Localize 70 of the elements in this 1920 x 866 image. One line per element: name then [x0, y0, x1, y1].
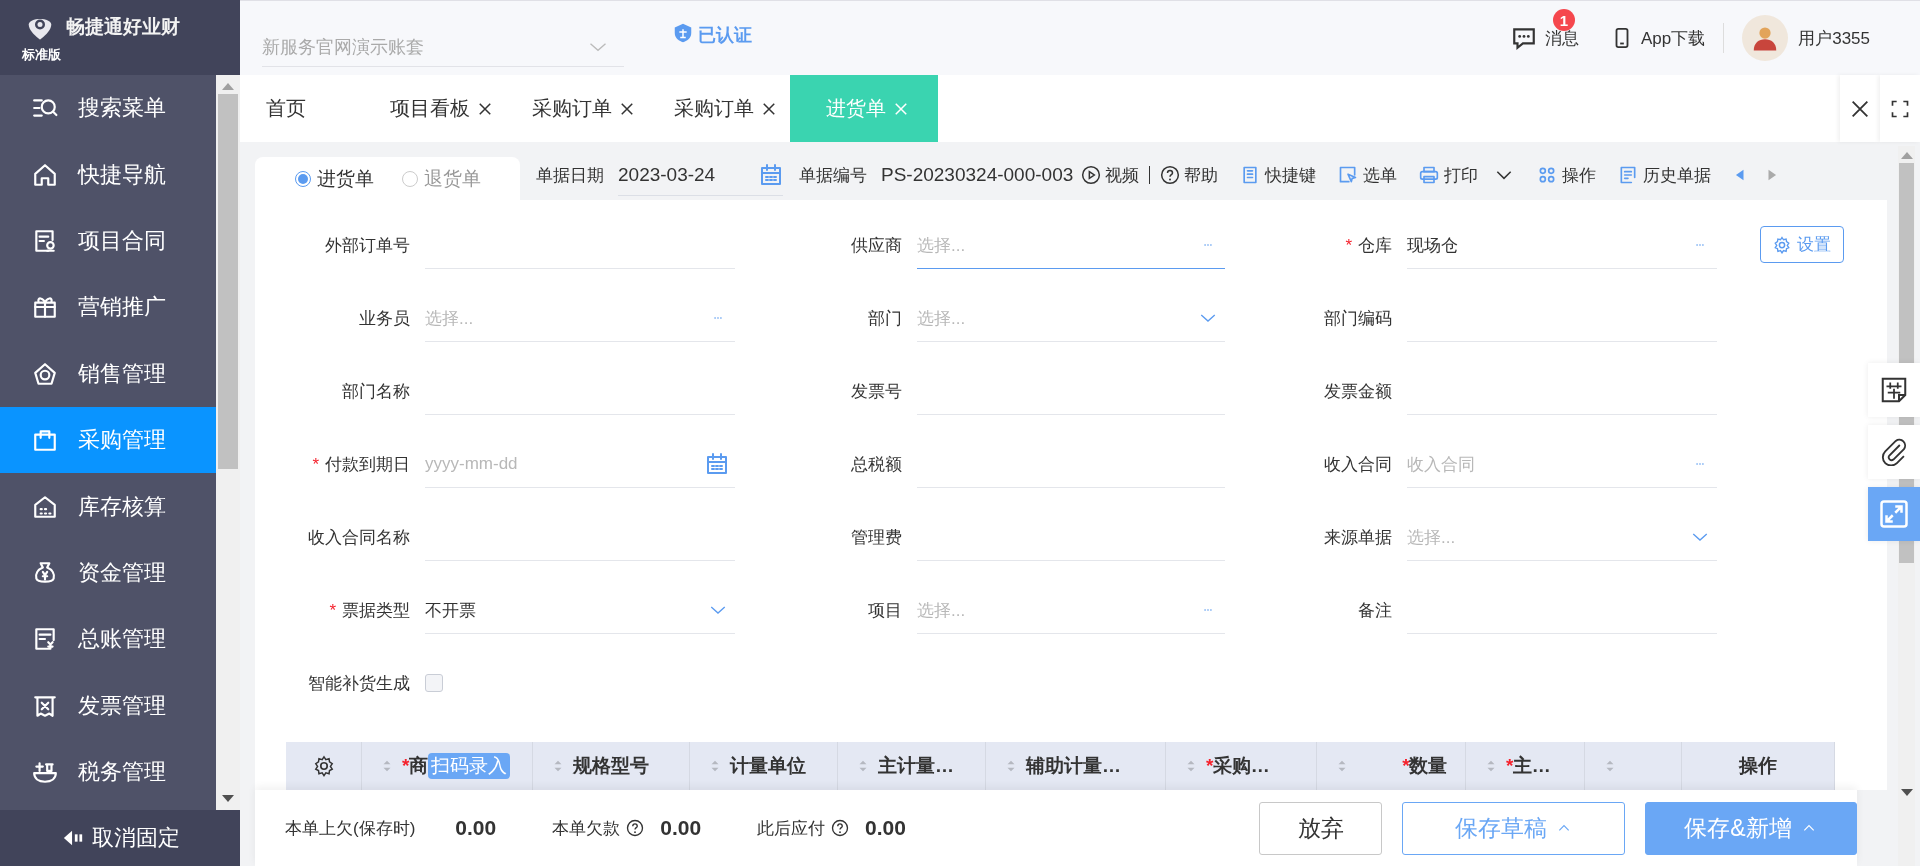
field-label: 部门编码: [1323, 308, 1392, 330]
field-label: 来源单据: [1323, 527, 1392, 549]
field-label: 业务员: [358, 308, 410, 330]
column-header[interactable]: *商扫码录入: [362, 742, 533, 790]
date-field[interactable]: 2023-03-24: [618, 154, 783, 196]
radio-option[interactable]: 进货单: [294, 165, 374, 192]
field-label: 总税额: [850, 454, 902, 476]
field-label: * 仓库: [1344, 234, 1392, 257]
field-label: 收入合同: [1323, 454, 1392, 476]
verified-label: 已认证: [698, 24, 752, 47]
column-header[interactable]: 规格型号: [533, 742, 690, 790]
sidebar-item[interactable]: 搜索菜单: [0, 75, 216, 142]
tab[interactable]: 首页: [240, 75, 364, 142]
toolbar-button[interactable]: 快捷键: [1240, 163, 1317, 187]
sidebar-item[interactable]: 资金管理: [0, 539, 216, 607]
field-label: 单据编号: [799, 164, 867, 187]
summary-label: 本单上欠(保存时): [285, 817, 416, 840]
notification-badge: 1: [1552, 9, 1575, 31]
sidebar-item[interactable]: 营销推广: [0, 274, 216, 341]
sidebar-item[interactable]: 快捷导航: [0, 141, 216, 208]
summary-value: 0.00: [455, 816, 497, 840]
field-label: 外部订单号: [324, 235, 410, 257]
field-label: 供应商: [850, 235, 902, 257]
summary-label: 本单欠款: [552, 817, 621, 840]
edition-label: 标准版: [22, 45, 62, 64]
field-label: 发票号: [850, 381, 902, 403]
summary-label: 此后应付: [757, 817, 826, 840]
tab[interactable]: 采购订单: [648, 75, 790, 142]
toolbar-button[interactable]: 打印: [1419, 163, 1516, 187]
field-label: * 付款到期日: [311, 453, 410, 476]
discard-button[interactable]: 放弃: [1259, 801, 1382, 855]
column-header[interactable]: 操作: [1682, 742, 1835, 790]
brand-name: 畅捷通好业财: [66, 14, 180, 39]
field-label: 单据日期: [536, 164, 604, 187]
unpin-button[interactable]: 取消固定: [0, 810, 240, 866]
sidebar-item[interactable]: 项目合同: [0, 207, 216, 275]
lookup-field[interactable]: 现场仓: [1407, 222, 1717, 269]
column-header[interactable]: *数量: [1317, 742, 1466, 790]
field-label: 部门名称: [341, 381, 410, 403]
help-link[interactable]: 帮助: [1160, 163, 1219, 187]
toolbar-button[interactable]: 历史单据: [1618, 163, 1712, 187]
help-link[interactable]: 视频: [1081, 163, 1140, 187]
field-label: * 票据类型: [328, 599, 410, 622]
toolbar-button[interactable]: 选单: [1338, 163, 1398, 187]
field-label: 智能补货生成: [307, 673, 410, 695]
field-label: 部门: [867, 308, 902, 330]
field-label: 备注: [1357, 600, 1392, 622]
column-header[interactable]: 主计量…: [838, 742, 986, 790]
sidebar-item[interactable]: 总账管理: [0, 606, 216, 673]
column-header[interactable]: *主…: [1466, 742, 1585, 790]
sidebar-item[interactable]: 销售管理: [0, 340, 216, 407]
toolbar-button[interactable]: 操作: [1537, 163, 1597, 187]
document-number: PS-20230324-000-003: [881, 164, 1074, 186]
summary-value: 0.00: [865, 816, 906, 840]
tab[interactable]: 采购订单: [506, 75, 648, 142]
column-header[interactable]: *采购…: [1166, 742, 1317, 790]
app-download-button[interactable]: App下载: [1610, 25, 1706, 51]
sidebar-item[interactable]: 税务管理: [0, 738, 216, 806]
field-label: 收入合同名称: [307, 527, 410, 549]
column-header[interactable]: 辅助计量…: [986, 742, 1166, 790]
select-field[interactable]: 不开票: [425, 587, 735, 634]
sidebar-item[interactable]: 发票管理: [0, 672, 216, 739]
column-header[interactable]: 计量单位: [690, 742, 838, 790]
summary-value: 0.00: [660, 816, 702, 840]
field-label: 发票金额: [1323, 381, 1392, 403]
field-label: 管理费: [850, 527, 902, 549]
tab[interactable]: 项目看板: [364, 75, 506, 142]
user-name[interactable]: 用户3355: [1798, 26, 1870, 50]
field-label: 项目: [867, 600, 902, 622]
sidebar-item[interactable]: 库存核算: [0, 473, 216, 540]
